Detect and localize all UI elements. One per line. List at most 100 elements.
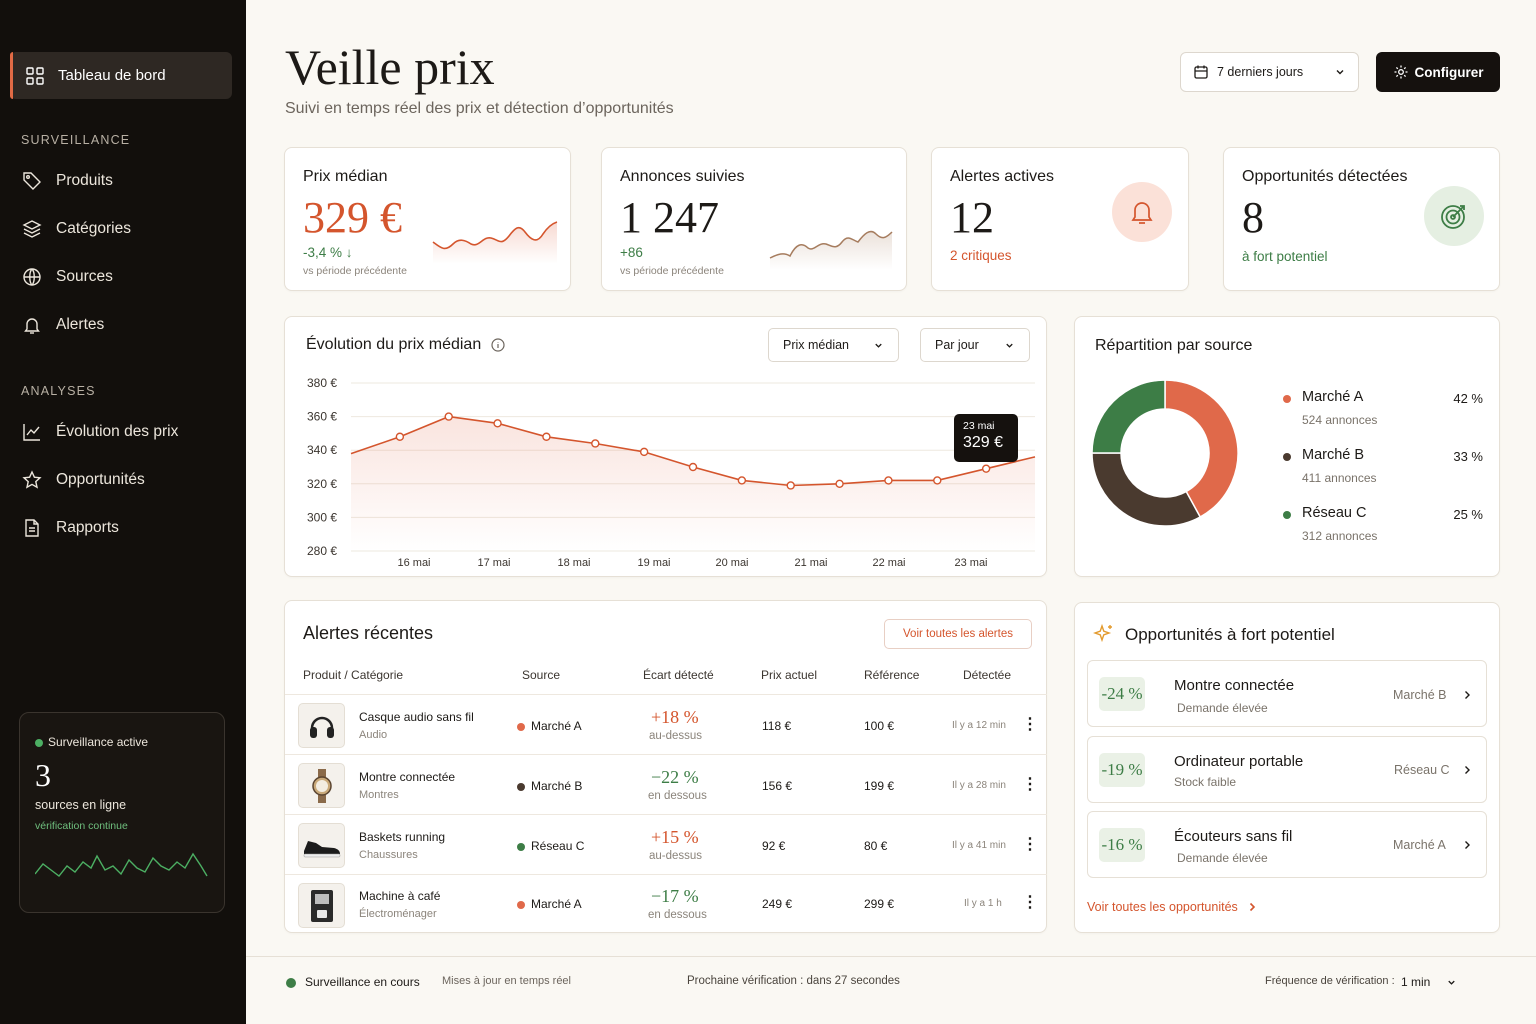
date-range-dropdown[interactable]: 7 derniers jours	[1180, 52, 1359, 92]
product-thumbnail	[298, 883, 345, 928]
target-icon-circle	[1424, 186, 1484, 246]
table-row[interactable]: Casque audio sans fil Audio Marché A +18…	[285, 694, 1047, 754]
nav-dashboard[interactable]: Tableau de bord	[10, 52, 232, 99]
opportunity-sub: Stock faible	[1174, 775, 1237, 789]
product-name: Casque audio sans fil	[359, 710, 474, 724]
x-tick-label: 20 mai	[715, 557, 748, 569]
legend-item: Marché B 411 annonces 33 %	[1283, 447, 1483, 491]
legend-name: Réseau C	[1302, 505, 1367, 521]
info-icon[interactable]	[491, 338, 505, 352]
opportunity-item[interactable]: -16 % Écouteurs sans fil Demande élevée …	[1087, 811, 1487, 878]
col-gap: Écart détecté	[643, 668, 714, 682]
data-point	[688, 462, 698, 472]
status-footer: Surveillance en cours Mises à jour en te…	[246, 956, 1536, 1024]
opportunity-pct: -19 %	[1099, 753, 1145, 787]
view-all-alerts-button[interactable]: Voir toutes les alertes	[884, 619, 1032, 649]
nav-item-produits[interactable]: Produits	[22, 165, 113, 197]
y-tick-label: 300 €	[307, 510, 337, 524]
nav-item-evolution[interactable]: Évolution des prix	[22, 416, 178, 448]
star-icon	[22, 470, 42, 489]
configure-button[interactable]: Configurer	[1376, 52, 1500, 92]
kpi-note: vs période précédente	[303, 265, 407, 277]
detected-time: Il y a 28 min	[952, 780, 1006, 791]
kpi-value: 1 247	[620, 193, 719, 242]
table-row[interactable]: Baskets running Chaussures Réseau C +15 …	[285, 814, 1047, 874]
row-menu-icon[interactable]: ⋮	[1022, 714, 1038, 734]
product-name: Baskets running	[359, 830, 446, 844]
nav-item-sources[interactable]: Sources	[22, 261, 113, 293]
data-point	[884, 476, 893, 485]
data-point	[639, 447, 649, 457]
data-point	[786, 481, 795, 490]
calendar-icon	[1194, 65, 1208, 79]
gap-value: −17 %	[651, 886, 699, 906]
metric-select[interactable]: Prix médian	[768, 328, 899, 362]
alerts-title: Alertes récentes	[303, 623, 434, 643]
detected-time: Il y a 1 h	[964, 898, 1002, 909]
kpi-label: Annonces suivies	[620, 168, 745, 185]
sneaker-icon	[303, 840, 340, 857]
source-name: Marché B	[531, 779, 583, 793]
frequency-dropdown[interactable]: 1 min	[1401, 975, 1457, 989]
product-category: Électroménager	[359, 908, 437, 920]
current-price: 118 €	[762, 719, 792, 733]
nav-item-opportunites[interactable]: Opportunités	[22, 464, 145, 496]
x-tick-label: 21 mai	[794, 557, 827, 569]
donut-slice	[1091, 452, 1202, 527]
kpi-opportunities: Opportunités détectées 8 à fort potentie…	[1223, 147, 1500, 291]
table-row[interactable]: Machine à café Électroménager Marché A −…	[285, 874, 1047, 932]
opportunity-item[interactable]: -19 % Ordinateur portable Stock faible R…	[1087, 736, 1487, 803]
kpi-tracked-ads: Annonces suivies 1 247 +86 vs période pr…	[601, 147, 907, 291]
chevron-right-icon	[1465, 841, 1470, 849]
opportunity-source: Marché B	[1393, 688, 1447, 702]
coffee-machine-icon	[310, 889, 333, 922]
x-tick-label: 23 mai	[954, 557, 987, 569]
chart-tooltip: 23 mai 329 €	[954, 414, 1018, 462]
source-cell: Marché B	[517, 779, 582, 793]
status-line: Surveillance active	[35, 735, 209, 749]
product-thumbnail	[298, 823, 345, 868]
chevron-down-icon	[1006, 343, 1013, 348]
view-all-opportunities-link[interactable]: Voir toutes les opportunités	[1087, 900, 1258, 914]
distribution-title: Répartition par source	[1095, 337, 1253, 354]
opportunities-title: Opportunités à fort potentiel	[1125, 625, 1335, 644]
data-point	[542, 432, 551, 441]
opportunity-item[interactable]: -24 % Montre connectée Demande élevée Ma…	[1087, 660, 1487, 727]
globe-icon	[23, 268, 41, 286]
chevron-right-icon	[1465, 691, 1470, 699]
gap-value: +18 %	[651, 707, 699, 727]
donut-slice	[1091, 379, 1166, 454]
source-name: Réseau C	[531, 839, 585, 853]
opportunity-sub: Demande élevée	[1177, 851, 1268, 865]
gap-note: en dessous	[648, 909, 707, 921]
y-tick-label: 360 €	[307, 410, 337, 424]
status-card: Surveillance active 3 sources en ligne v…	[19, 712, 225, 913]
table-row[interactable]: Montre connectée Montres Marché B −22 % …	[285, 754, 1047, 814]
source-name: Marché A	[531, 897, 582, 911]
gap-value: −22 %	[651, 767, 699, 787]
area-fill	[351, 416, 1035, 551]
gap-note: en dessous	[648, 790, 707, 802]
nav-item-label: Catégories	[56, 220, 131, 237]
legend-item: Marché A 524 annonces 42 %	[1283, 389, 1483, 433]
nav-item-alertes[interactable]: Alertes	[22, 309, 104, 341]
detected-time: Il y a 12 min	[952, 720, 1006, 731]
row-menu-icon[interactable]: ⋮	[1022, 834, 1038, 854]
nav-item-categories[interactable]: Catégories	[22, 213, 131, 245]
period-select[interactable]: Par jour	[920, 328, 1030, 362]
kpi-label: Prix médian	[303, 168, 388, 185]
watch-icon	[311, 768, 332, 803]
row-menu-icon[interactable]: ⋮	[1022, 774, 1038, 794]
frequency-value: 1 min	[1401, 975, 1431, 989]
data-point	[933, 476, 942, 485]
product-name: Machine à café	[359, 889, 441, 903]
col-product: Produit / Catégorie	[303, 668, 404, 682]
legend-dot	[1283, 395, 1291, 403]
nav-item-rapports[interactable]: Rapports	[22, 512, 119, 544]
row-menu-icon[interactable]: ⋮	[1022, 892, 1038, 912]
opportunity-name: Écouteurs sans fil	[1174, 828, 1293, 845]
chevron-down-icon	[1448, 980, 1456, 985]
kpi-median-price: Prix médian 329 € -3,4 % ↓ vs période pr…	[284, 147, 571, 291]
opportunity-source: Marché A	[1393, 838, 1446, 852]
target-icon	[1441, 205, 1465, 229]
